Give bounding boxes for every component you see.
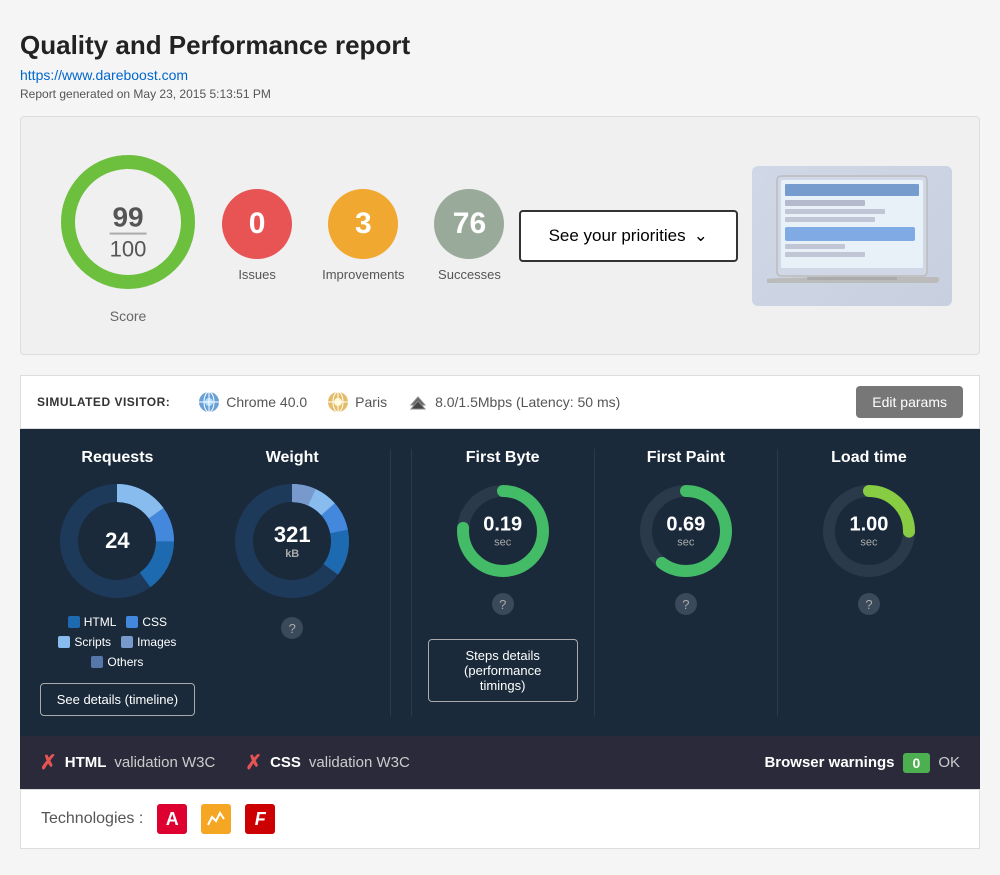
first-paint-unit: sec: [666, 537, 705, 549]
browser-icon: [198, 391, 220, 413]
metrics-right: First Byte 0.19 sec ? Steps details (per…: [391, 449, 960, 716]
first-paint-value: 0.69: [666, 514, 705, 537]
screenshot-preview: [752, 166, 952, 306]
html-suffix: validation W3C: [114, 754, 215, 771]
header: Quality and Performance report https://w…: [20, 20, 980, 116]
location-item: Paris: [327, 391, 387, 413]
edit-params-button[interactable]: Edit params: [856, 386, 963, 418]
first-byte-donut: 0.19 sec: [453, 481, 553, 581]
load-time-title: Load time: [794, 449, 944, 467]
requests-donut: 24: [57, 481, 177, 601]
timeline-button[interactable]: See details (timeline): [40, 683, 195, 716]
priorities-button[interactable]: See your priorities ⌄: [519, 210, 738, 262]
page-title: Quality and Performance report: [20, 30, 980, 61]
simulated-label: SIMULATED VISITOR:: [37, 395, 170, 409]
weight-title: Weight: [215, 449, 370, 467]
laptop-mockup: [752, 166, 952, 306]
successes-badge: 76 Successes: [434, 189, 504, 282]
steps-button[interactable]: Steps details (performance timings): [428, 639, 578, 702]
first-paint-col: First Paint 0.69 sec ?: [594, 449, 777, 716]
badges: 0 Issues 3 Improvements 76 Successes: [222, 189, 504, 282]
angular-icon: A: [157, 804, 187, 834]
browser-warnings-label: Browser warnings: [764, 754, 894, 771]
score-numerator: 99: [110, 202, 147, 233]
weight-unit: kB: [274, 548, 311, 560]
load-time-help-icon[interactable]: ?: [858, 593, 880, 615]
flash-icon: F: [245, 804, 275, 834]
issues-badge: 0 Issues: [222, 189, 292, 282]
html-validation: ✗ HTML validation W3C: [40, 750, 215, 775]
successes-count: 76: [434, 189, 504, 259]
successes-label: Successes: [434, 267, 504, 282]
network-item: 8.0/1.5Mbps (Latency: 50 ms): [407, 391, 620, 413]
location-icon: [327, 391, 349, 413]
load-time-donut: 1.00 sec: [819, 481, 919, 581]
validation-bar: ✗ HTML validation W3C ✗ CSS validation W…: [20, 736, 980, 789]
browser-item: Chrome 40.0: [198, 391, 307, 413]
ok-count: 0: [903, 753, 931, 773]
score-denominator: 100: [110, 233, 147, 263]
requests-col: Requests 24 HTML: [40, 449, 195, 716]
report-date: Report generated on May 23, 2015 5:13:51…: [20, 87, 980, 101]
browser-warnings: Browser warnings 0 OK: [764, 753, 960, 773]
score-label: Score: [48, 308, 208, 324]
network-label: 8.0/1.5Mbps (Latency: 50 ms): [435, 394, 620, 410]
legend-css: CSS: [126, 615, 167, 629]
score-donut: 99 100 Score: [48, 147, 208, 324]
css-error-icon: ✗: [245, 750, 262, 775]
location-label: Paris: [355, 394, 387, 410]
weight-value: 321: [274, 522, 311, 548]
legend-images: Images: [121, 635, 176, 649]
improvements-count: 3: [328, 189, 398, 259]
legend-html: HTML: [68, 615, 117, 629]
first-byte-unit: sec: [483, 537, 522, 549]
first-paint-title: First Paint: [611, 449, 761, 467]
chevron-down-icon: ⌄: [694, 226, 708, 246]
weight-donut: 321 kB: [232, 481, 352, 601]
first-byte-help-icon[interactable]: ?: [492, 593, 514, 615]
score-panel: 99 100 Score 0 Issues 3 Improvements 76 …: [20, 116, 980, 355]
issues-label: Issues: [222, 267, 292, 282]
css-label: CSS: [270, 754, 301, 771]
tech-label: Technologies :: [41, 810, 143, 828]
legend-others: Others: [91, 655, 143, 669]
metrics-panel: Requests 24 HTML: [20, 429, 980, 736]
load-time-value: 1.00: [849, 514, 888, 537]
load-time-col: Load time 1.00 sec ?: [777, 449, 960, 716]
first-byte-title: First Byte: [428, 449, 578, 467]
first-paint-donut: 0.69 sec: [636, 481, 736, 581]
requests-title: Requests: [40, 449, 195, 467]
first-byte-col: First Byte 0.19 sec ? Steps details (per…: [411, 449, 594, 716]
load-time-unit: sec: [849, 537, 888, 549]
css-validation: ✗ CSS validation W3C: [245, 750, 410, 775]
first-byte-value: 0.19: [483, 514, 522, 537]
legend-scripts: Scripts: [58, 635, 111, 649]
weight-col: Weight 321 kB ?: [215, 449, 370, 716]
weight-help-icon[interactable]: ?: [281, 617, 303, 639]
requests-value: 24: [105, 528, 129, 554]
first-paint-help-icon[interactable]: ?: [675, 593, 697, 615]
css-suffix: validation W3C: [309, 754, 410, 771]
issues-count: 0: [222, 189, 292, 259]
technologies-bar: Technologies : A F: [20, 789, 980, 849]
simulated-visitor-bar: SIMULATED VISITOR: Chrome 40.0: [20, 375, 980, 429]
ok-text: OK: [938, 754, 960, 771]
network-icon: [407, 391, 429, 413]
improvements-label: Improvements: [322, 267, 404, 282]
browser-label: Chrome 40.0: [226, 394, 307, 410]
requests-legend: HTML CSS Scripts Images: [40, 615, 195, 669]
improvements-badge: 3 Improvements: [322, 189, 404, 282]
html-label: HTML: [65, 754, 107, 771]
site-url[interactable]: https://www.dareboost.com: [20, 67, 188, 83]
html-error-icon: ✗: [40, 750, 57, 775]
metrics-left: Requests 24 HTML: [40, 449, 391, 716]
chart-icon: [201, 804, 231, 834]
